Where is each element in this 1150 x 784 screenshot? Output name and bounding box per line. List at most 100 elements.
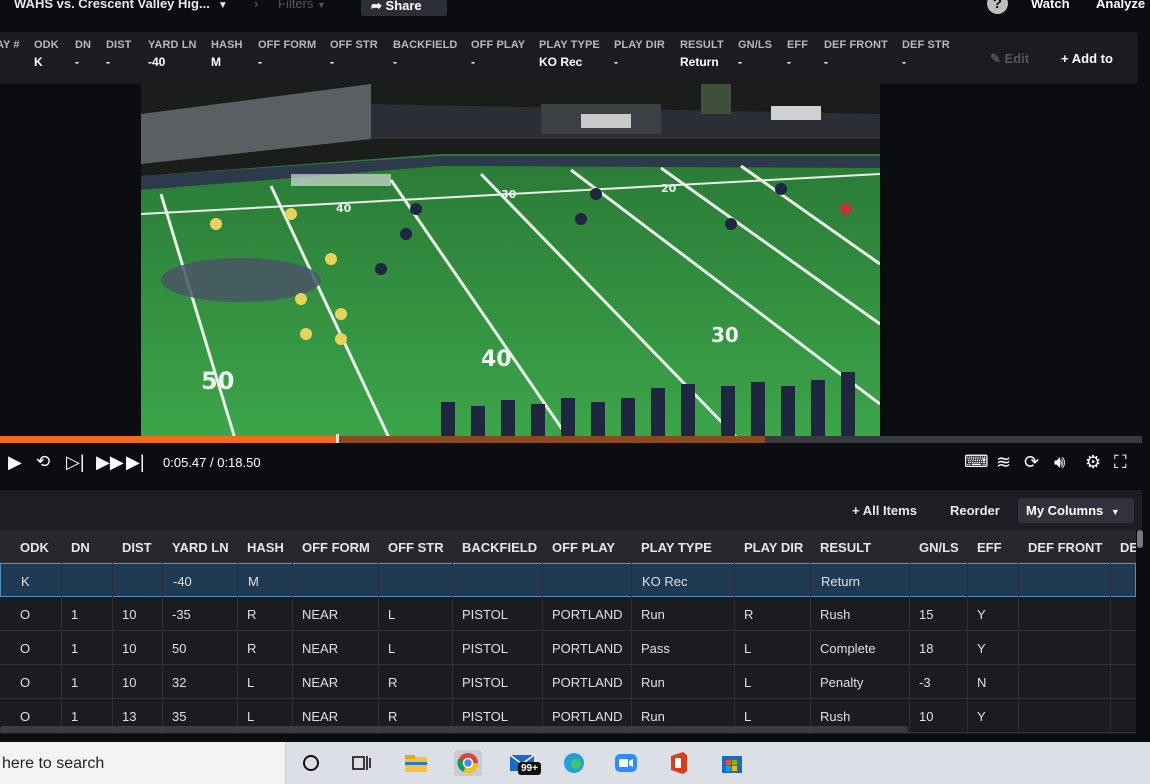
col-header: DEF FRONT bbox=[824, 39, 888, 51]
analyze-tab[interactable]: Analyze bbox=[1096, 0, 1145, 11]
watch-tab[interactable]: Watch bbox=[1031, 0, 1070, 11]
game-title-dropdown[interactable]: WAHS vs. Crescent Valley Hig... ▼ bbox=[14, 0, 228, 11]
help-icon[interactable]: ? bbox=[987, 0, 1008, 14]
volume-icon[interactable]: 🔊︎ bbox=[1054, 452, 1065, 473]
share-label: Share bbox=[385, 0, 422, 13]
play-dir-col: PLAY DIR - bbox=[614, 39, 665, 69]
chrome-icon[interactable] bbox=[454, 750, 482, 776]
reorder-button[interactable]: Reorder bbox=[950, 503, 1000, 518]
play-icon[interactable]: ▶ bbox=[8, 452, 22, 473]
column-header[interactable]: OFF STR bbox=[388, 540, 444, 555]
col-value: - bbox=[787, 55, 791, 69]
column-header[interactable]: DN bbox=[71, 540, 90, 555]
cortana-icon[interactable] bbox=[300, 750, 328, 776]
all-items-label: All Items bbox=[862, 503, 917, 518]
cell: Penalty bbox=[820, 675, 864, 690]
column-header[interactable]: RESULT bbox=[820, 540, 871, 555]
gear-icon[interactable]: ⚙ bbox=[1085, 452, 1101, 473]
table-row[interactable]: O 1 10 50 R NEAR L PISTOL PORTLAND Pass … bbox=[0, 631, 1136, 665]
add-to-label: Add to bbox=[1071, 51, 1113, 66]
column-header[interactable]: DE bbox=[1120, 540, 1136, 555]
taskbar-search-box[interactable]: here to search bbox=[0, 742, 286, 784]
cell: Run bbox=[641, 675, 665, 690]
edit-button[interactable]: ✎ Edit bbox=[990, 51, 1029, 67]
table-row[interactable]: O 1 10 -35 R NEAR L PISTOL PORTLAND Run … bbox=[0, 597, 1136, 631]
telestrate-icon[interactable]: ≋ bbox=[996, 452, 1011, 473]
field-number: 40 bbox=[336, 202, 352, 215]
column-divider bbox=[452, 563, 453, 734]
column-header[interactable]: ODK bbox=[20, 540, 49, 555]
step-forward-icon[interactable]: ▷| bbox=[66, 452, 85, 473]
off-str-col: OFF STR - bbox=[330, 39, 378, 69]
off-play-col: OFF PLAY - bbox=[471, 39, 525, 69]
cell: Pass bbox=[641, 641, 670, 656]
yard-ln-col: YARD LN -40 bbox=[148, 39, 197, 69]
zoom-icon[interactable] bbox=[612, 750, 640, 776]
share-button[interactable]: ➦ Share bbox=[361, 0, 447, 16]
mail-badge: 99+ bbox=[518, 762, 541, 775]
column-header[interactable]: PLAY DIR bbox=[744, 540, 803, 555]
fast-forward-icon[interactable]: ▶▶ bbox=[96, 452, 124, 473]
column-header[interactable]: DEF FRONT bbox=[1028, 540, 1102, 555]
chevron-right-icon: › bbox=[254, 0, 259, 11]
col-header: PLAY TYPE bbox=[539, 39, 600, 51]
column-header[interactable]: OFF FORM bbox=[302, 540, 370, 555]
play-num-col: AY # bbox=[0, 39, 20, 55]
col-header: DEF STR bbox=[902, 39, 950, 51]
my-columns-dropdown[interactable]: My Columns ▼ bbox=[1018, 498, 1134, 523]
horizontal-scrollbar[interactable] bbox=[0, 726, 908, 733]
video-progress-bar[interactable] bbox=[0, 434, 1142, 445]
column-header[interactable]: YARD LN bbox=[172, 540, 229, 555]
column-header[interactable]: EFF bbox=[977, 540, 1002, 555]
col-header: GN/LS bbox=[738, 39, 773, 51]
all-items-button[interactable]: + All Items bbox=[852, 503, 917, 518]
file-explorer-icon[interactable] bbox=[402, 750, 430, 776]
table-row[interactable]: K -40 M KO Rec Return bbox=[0, 563, 1136, 597]
store-icon[interactable] bbox=[718, 750, 746, 776]
cell: Y bbox=[977, 607, 986, 622]
table-row[interactable]: O 1 10 32 L NEAR R PISTOL PORTLAND Run L… bbox=[0, 665, 1136, 699]
column-header[interactable]: BACKFIELD bbox=[462, 540, 537, 555]
fullscreen-icon[interactable]: ⛶ bbox=[1114, 452, 1127, 473]
column-divider bbox=[909, 563, 910, 734]
task-view-icon[interactable] bbox=[350, 750, 378, 776]
column-header[interactable]: OFF PLAY bbox=[552, 540, 615, 555]
play-data-bar: AY # ODK K DN - DIST - YARD LN -40 HASH M OFF… bbox=[0, 32, 1138, 84]
loop-off-icon[interactable]: ⟳ bbox=[1024, 452, 1039, 473]
skip-next-icon[interactable]: ▶| bbox=[126, 452, 145, 473]
add-to-button[interactable]: + Add to bbox=[1061, 51, 1113, 66]
replay-5-icon[interactable]: ⟲ bbox=[36, 452, 50, 472]
column-divider bbox=[631, 563, 632, 734]
column-header[interactable]: GN/LS bbox=[919, 540, 959, 555]
column-divider bbox=[112, 563, 113, 734]
column-header[interactable]: HASH bbox=[247, 540, 284, 555]
column-header[interactable]: PLAY TYPE bbox=[641, 540, 712, 555]
office-icon[interactable] bbox=[665, 750, 693, 776]
time-display: 0:05.47 / 0:18.50 bbox=[163, 455, 261, 470]
vertical-scrollbar[interactable] bbox=[1137, 530, 1143, 548]
filters-button[interactable]: Filters ▼ bbox=[278, 0, 326, 11]
video-frame[interactable]: 50 40 30 40 30 20 bbox=[141, 84, 880, 442]
cell: -3 bbox=[919, 675, 931, 690]
mail-icon[interactable]: 99+ bbox=[508, 750, 548, 776]
edit-label: Edit bbox=[1004, 51, 1030, 66]
col-header: AY # bbox=[0, 39, 20, 51]
pencil-icon: ✎ bbox=[990, 51, 1001, 66]
keyboard-icon[interactable]: ⌨ bbox=[964, 452, 989, 472]
cell: Run bbox=[641, 709, 665, 724]
cell: L bbox=[744, 675, 752, 690]
football-field-scene: 50 40 30 40 30 20 bbox=[141, 84, 880, 442]
col-value: - bbox=[393, 55, 397, 69]
backfield-col: BACKFIELD - bbox=[393, 39, 457, 69]
col-value: - bbox=[330, 55, 334, 69]
cell: Y bbox=[977, 641, 986, 656]
column-divider bbox=[162, 563, 163, 734]
filters-label: Filters bbox=[278, 0, 314, 11]
cell: PORTLAND bbox=[552, 709, 623, 724]
cell: Run bbox=[641, 607, 665, 622]
edge-icon[interactable] bbox=[560, 750, 588, 776]
column-header[interactable]: DIST bbox=[122, 540, 152, 555]
col-value: - bbox=[824, 55, 828, 69]
cell: PISTOL bbox=[462, 709, 509, 724]
cell: KO Rec bbox=[642, 574, 688, 589]
